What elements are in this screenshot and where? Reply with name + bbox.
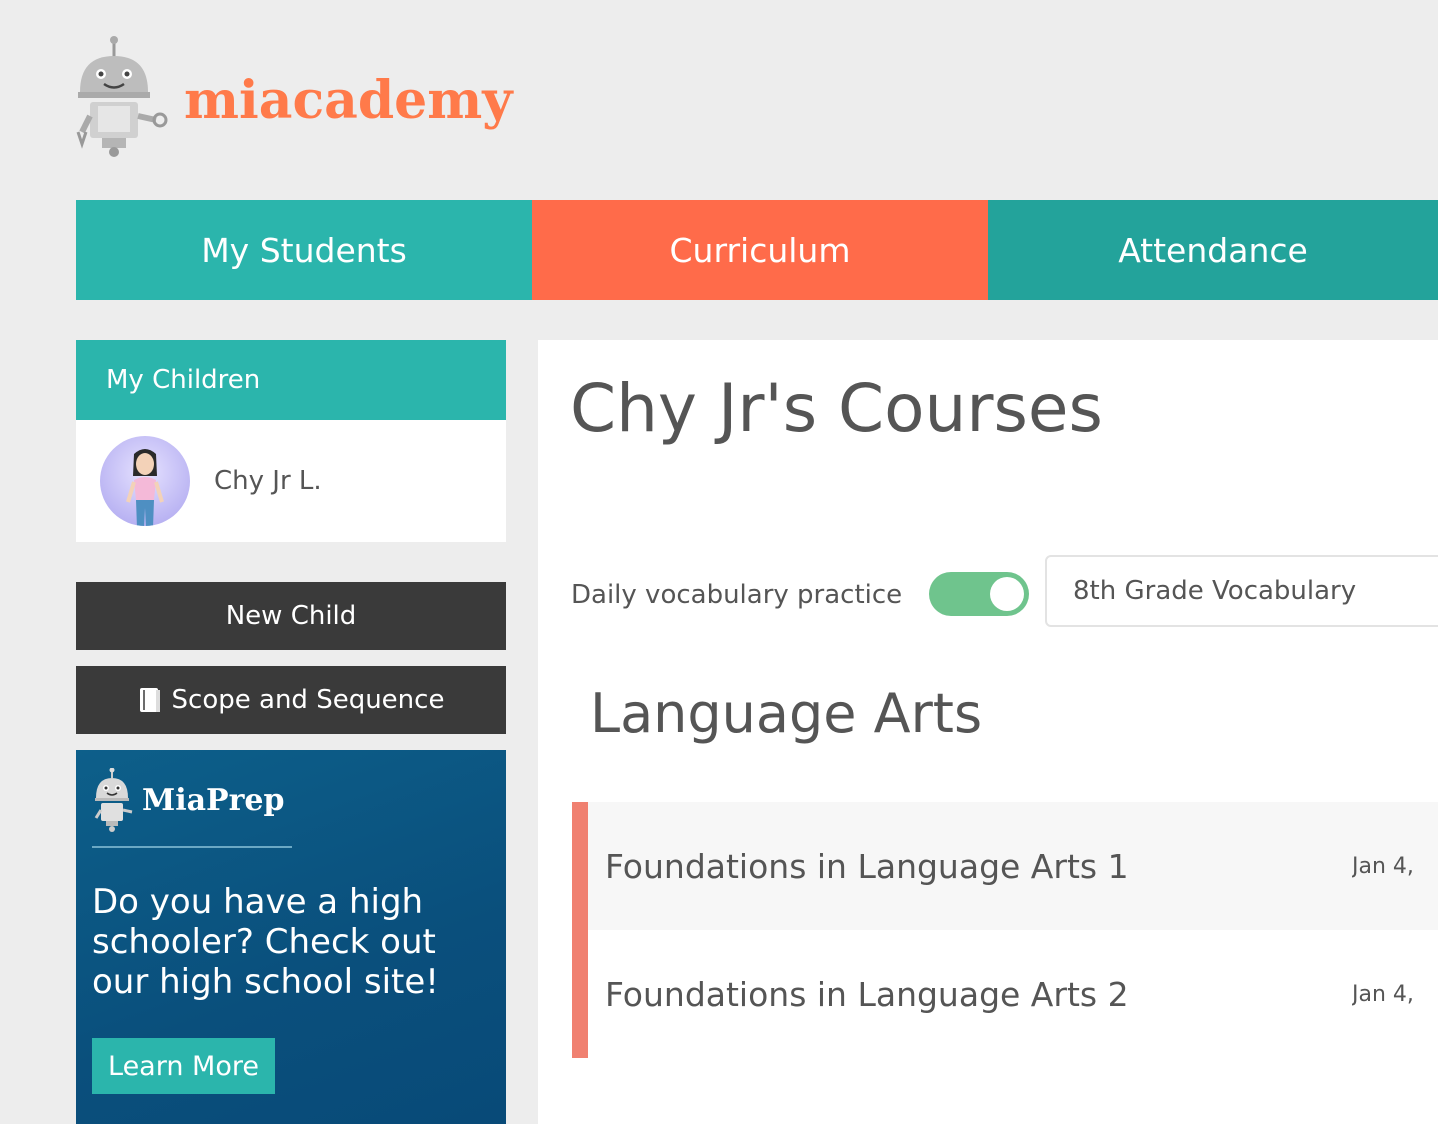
avatar — [100, 436, 190, 526]
miaprep-logo[interactable]: MiaPrep — [92, 768, 490, 832]
learn-more-button[interactable]: Learn More — [92, 1038, 275, 1094]
my-children-header: My Children — [76, 340, 506, 420]
sidebar: My Children Chy Jr L. New Child Scope an… — [76, 340, 506, 1124]
scope-and-sequence-label: Scope and Sequence — [171, 685, 445, 715]
course-row[interactable]: Foundations in Language Arts 1 Jan 4, — [588, 802, 1438, 930]
course-row[interactable]: Foundations in Language Arts 2 Jan 4, — [588, 930, 1438, 1058]
my-children-panel: My Children Chy Jr L. — [76, 340, 506, 542]
course-date: Jan 4, — [1352, 981, 1414, 1007]
tab-attendance[interactable]: Attendance — [988, 200, 1438, 300]
page-title: Chy Jr's Courses — [570, 370, 1103, 447]
course-list: Foundations in Language Arts 1 Jan 4, Fo… — [572, 802, 1438, 1058]
vocab-practice-toggle[interactable] — [929, 572, 1029, 616]
section-title: Language Arts — [590, 682, 983, 745]
main-nav: My Students Curriculum Attendance — [76, 200, 1438, 300]
scope-and-sequence-button[interactable]: Scope and Sequence — [76, 666, 506, 734]
child-name: Chy Jr L. — [214, 466, 322, 496]
course-name: Foundations in Language Arts 1 — [605, 846, 1129, 886]
vocab-practice-label: Daily vocabulary practice — [571, 580, 903, 610]
new-child-label: New Child — [225, 601, 357, 631]
promo-text: Do you have a high schooler? Check out o… — [92, 882, 439, 1002]
miaprep-brand-name: MiaPrep — [142, 782, 285, 818]
promo-divider — [92, 846, 292, 848]
main-content: Chy Jr's Courses Daily vocabulary practi… — [538, 340, 1438, 1124]
child-avatar-icon — [126, 449, 164, 526]
subject-accent-bar — [572, 802, 588, 1058]
miaprep-promo: MiaPrep Do you have a high schooler? Che… — [76, 750, 506, 1124]
logo[interactable]: miacademy — [76, 36, 513, 158]
new-child-button[interactable]: New Child — [76, 582, 506, 650]
robot-mascot-icon — [94, 768, 133, 832]
robot-mascot-icon — [76, 36, 168, 157]
child-item[interactable]: Chy Jr L. — [76, 420, 506, 542]
brand-name: miacademy — [184, 69, 513, 131]
course-name: Foundations in Language Arts 2 — [605, 974, 1129, 1014]
course-date: Jan 4, — [1352, 853, 1414, 879]
tab-my-students[interactable]: My Students — [76, 200, 532, 300]
book-icon — [139, 688, 160, 712]
tab-curriculum[interactable]: Curriculum — [532, 200, 988, 300]
toggle-knob — [990, 577, 1024, 611]
vocab-level-select[interactable]: 8th Grade Vocabulary — [1045, 555, 1438, 627]
